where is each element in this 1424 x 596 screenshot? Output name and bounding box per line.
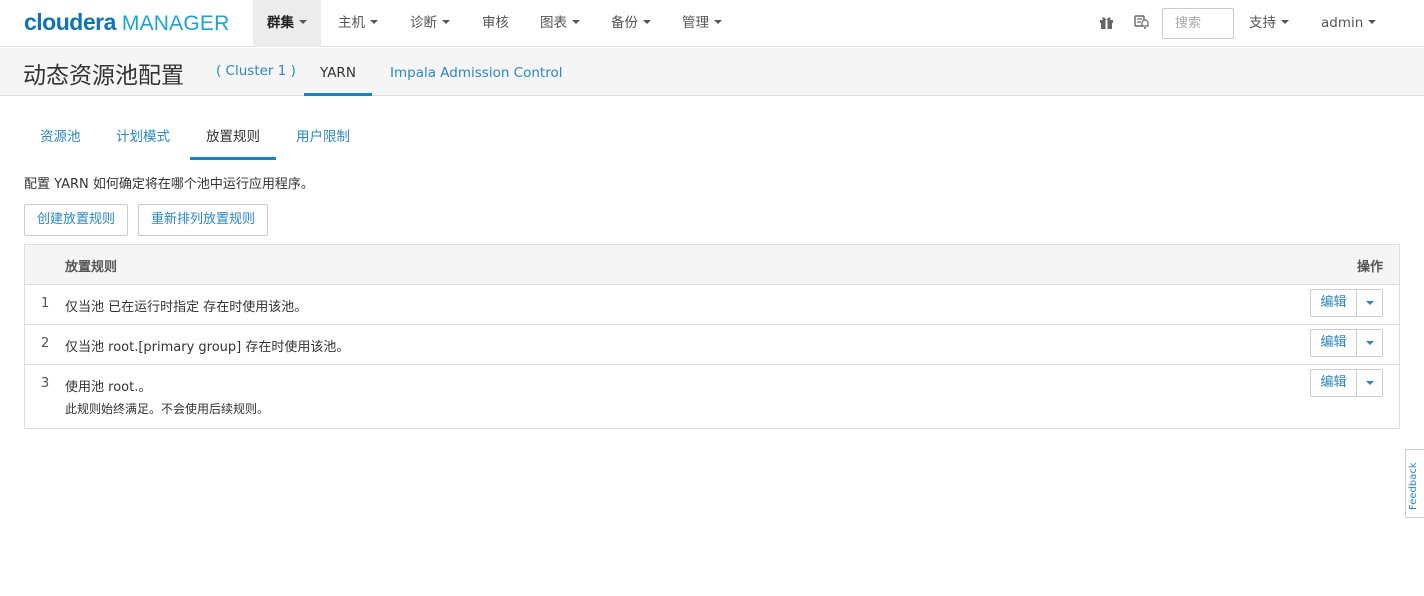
table-row: 1 仅当池 已在运行时指定 存在时使用该池。 编辑	[25, 285, 1399, 325]
edit-split-button: 编辑	[1310, 289, 1383, 317]
edit-button[interactable]: 编辑	[1311, 330, 1357, 356]
tab-impala-admission-control[interactable]: Impala Admission Control	[374, 48, 578, 96]
rule-text: 仅当池 已在运行时指定 存在时使用该池。	[65, 300, 308, 315]
edit-dropdown-toggle[interactable]	[1357, 290, 1382, 316]
user-menu[interactable]: admin	[1307, 0, 1390, 47]
feedback-tab[interactable]: Feedback	[1405, 449, 1424, 518]
create-placement-rule-button[interactable]: 创建放置规则	[24, 204, 129, 236]
nav-item-audits[interactable]: 审核	[468, 0, 523, 47]
nav-item-support[interactable]: 支持	[1235, 0, 1303, 47]
caret-down-icon	[643, 20, 651, 24]
caret-down-icon	[370, 20, 378, 24]
cluster-link[interactable]: ( Cluster 1 )	[216, 63, 296, 79]
row-index: 3	[41, 376, 50, 391]
nav-item-label: 诊断	[410, 15, 437, 31]
top-navbar: cloudera MANAGER 群集 主机 诊断 审核 图表 备份 管理 支持…	[0, 0, 1424, 47]
row-index: 1	[41, 296, 50, 311]
cloudera-manager-logo[interactable]: cloudera MANAGER	[24, 9, 229, 37]
rule-text: 使用池 root.。	[65, 380, 152, 395]
nav-item-charts[interactable]: 图表	[526, 0, 594, 47]
page-description: 配置 YARN 如何确定将在哪个池中运行应用程序。	[24, 177, 314, 192]
nav-item-diagnostics[interactable]: 诊断	[396, 0, 464, 47]
caret-down-icon	[442, 20, 450, 24]
nav-item-hosts[interactable]: 主机	[324, 0, 392, 47]
edit-dropdown-toggle[interactable]	[1357, 370, 1382, 396]
caret-down-icon	[299, 20, 307, 24]
page-header: 动态资源池配置 ( Cluster 1 ) YARN Impala Admiss…	[0, 48, 1424, 96]
nav-item-label: 图表	[540, 15, 567, 31]
nav-item-label: 管理	[682, 15, 709, 31]
edit-button[interactable]: 编辑	[1311, 370, 1357, 396]
reorder-placement-rules-button[interactable]: 重新排列放置规则	[138, 204, 269, 236]
column-header-rule: 放置规则	[65, 260, 118, 275]
nav-item-label: 备份	[611, 15, 638, 31]
feedback-label: Feedback	[1408, 462, 1419, 510]
edit-split-button: 编辑	[1310, 329, 1383, 357]
tab-scheduling-mode[interactable]: 计划模式	[100, 117, 186, 160]
nav-item-backup[interactable]: 备份	[597, 0, 665, 47]
edit-split-button: 编辑	[1310, 369, 1383, 397]
column-header-actions: 操作	[1356, 260, 1383, 275]
tab-placement-rules[interactable]: 放置规则	[190, 117, 276, 160]
rule-text: 仅当池 root.[primary group] 存在时使用该池。	[65, 340, 350, 355]
page-title: 动态资源池配置	[23, 63, 184, 89]
caret-down-icon	[1368, 20, 1377, 24]
row-index: 2	[41, 336, 50, 351]
tab-user-limits[interactable]: 用户限制	[280, 117, 366, 160]
nav-item-label: 群集	[267, 15, 294, 31]
search-input[interactable]	[1162, 8, 1234, 39]
edit-button[interactable]: 编辑	[1311, 290, 1357, 316]
caret-down-icon	[1281, 20, 1289, 24]
rule-note: 此规则始终满足。不会使用后续规则。	[65, 402, 270, 416]
table-row: 3 使用池 root.。 此规则始终满足。不会使用后续规则。 编辑	[25, 365, 1399, 428]
table-header: 放置规则 操作	[25, 245, 1399, 285]
bell-icon[interactable]	[1133, 14, 1150, 31]
caret-down-icon	[714, 20, 722, 24]
nav-item-clusters[interactable]: 群集	[253, 0, 321, 47]
nav-item-administration[interactable]: 管理	[668, 0, 736, 47]
placement-rules-table: 放置规则 操作 1 仅当池 已在运行时指定 存在时使用该池。 编辑 2 仅当池 …	[24, 244, 1400, 429]
nav-item-label: 审核	[482, 15, 509, 31]
table-row: 2 仅当池 root.[primary group] 存在时使用该池。 编辑	[25, 325, 1399, 365]
caret-down-icon	[572, 20, 580, 24]
caret-down-icon	[1365, 381, 1374, 385]
user-name: admin	[1321, 15, 1364, 31]
tab-resource-pools[interactable]: 资源池	[24, 117, 97, 160]
nav-item-label: 支持	[1249, 15, 1276, 31]
brand-name: cloudera	[24, 9, 116, 35]
brand-product: MANAGER	[121, 12, 230, 35]
gift-icon[interactable]	[1099, 15, 1114, 30]
edit-dropdown-toggle[interactable]	[1357, 330, 1382, 356]
nav-item-label: 主机	[338, 15, 365, 31]
caret-down-icon	[1365, 301, 1374, 305]
tab-yarn[interactable]: YARN	[304, 48, 372, 96]
caret-down-icon	[1365, 341, 1374, 345]
